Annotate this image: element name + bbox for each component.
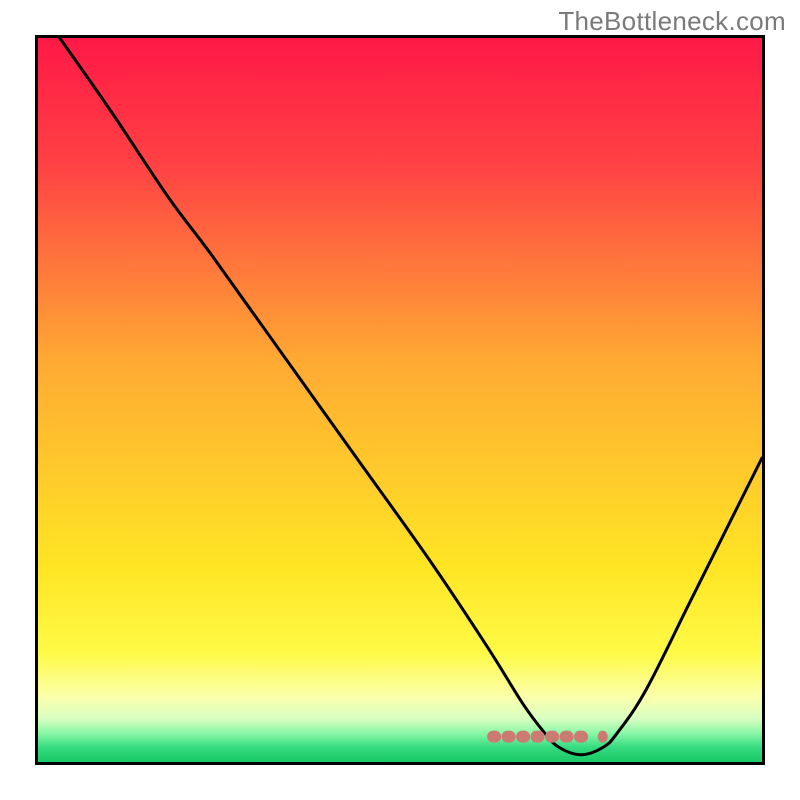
optimal-marker — [516, 731, 530, 743]
chart-container: TheBottleneck.com — [0, 0, 800, 800]
optimal-marker — [545, 731, 559, 743]
optimal-marker — [598, 731, 608, 743]
optimal-marker — [531, 731, 545, 743]
gradient-rect — [38, 38, 762, 762]
optimal-marker — [487, 731, 501, 743]
optimal-marker — [574, 731, 588, 743]
optimal-marker — [560, 731, 574, 743]
optimal-marker — [502, 731, 516, 743]
watermark-text: TheBottleneck.com — [558, 6, 786, 37]
plot-svg — [38, 38, 762, 762]
plot-area — [35, 35, 765, 765]
